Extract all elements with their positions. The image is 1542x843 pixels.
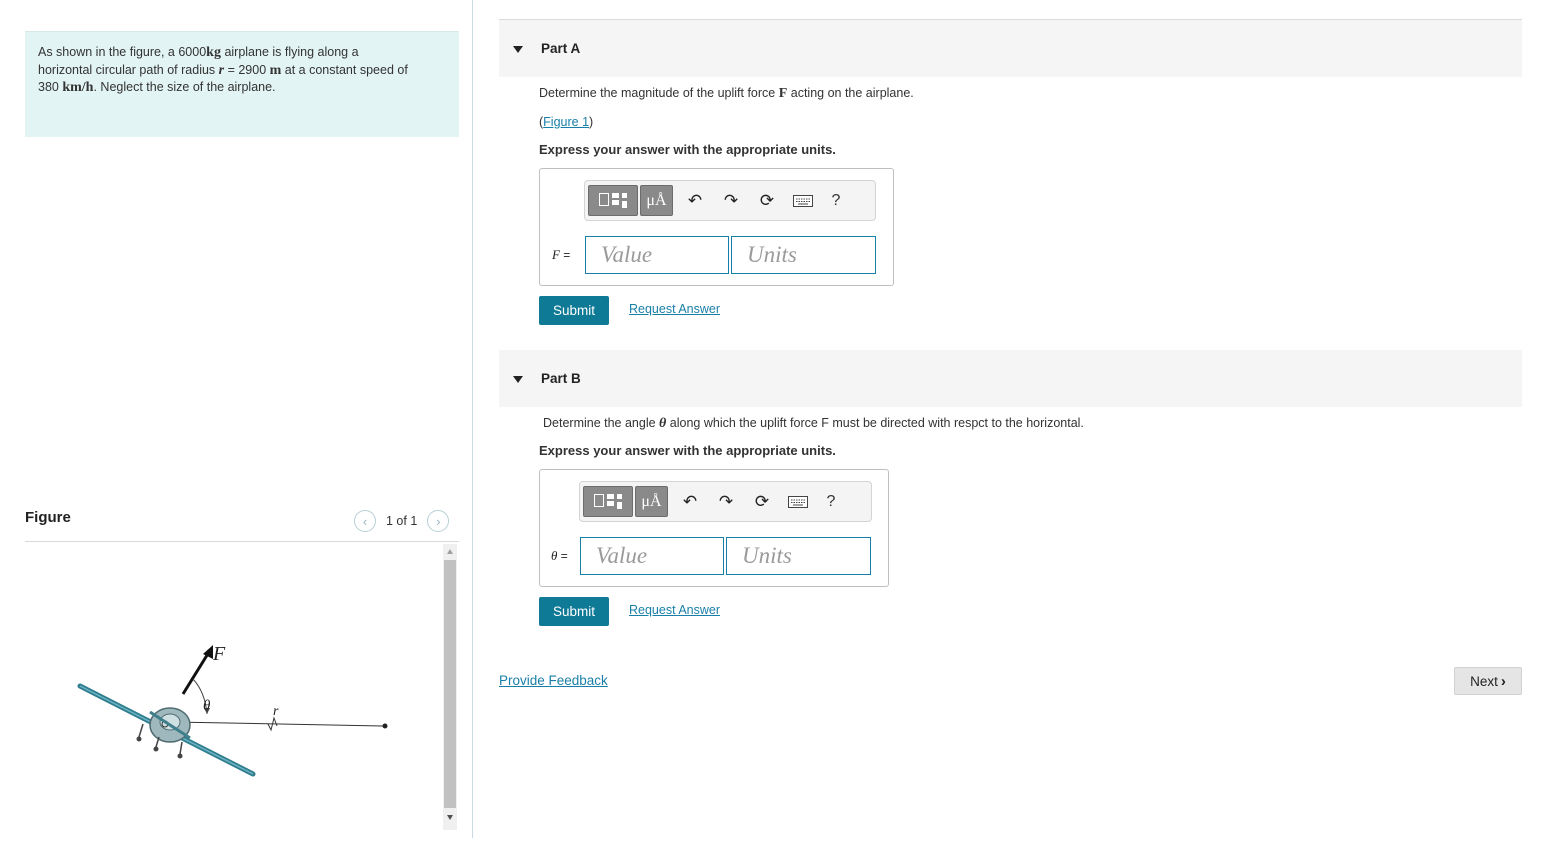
part-a-question: Determine the magnitude of the uplift fo… [539,86,914,102]
part-a-math-toolbar: μÅ ↶ ↷ ⟳ ? [584,180,876,221]
units-icon[interactable]: μÅ [635,486,668,517]
keyboard-glyph [793,194,813,207]
part-b-submit-button[interactable]: Submit [539,597,609,626]
question-text: acting on the airplane. [787,86,914,100]
redo-icon[interactable]: ↷ [713,185,749,216]
speed-value: 380 [38,80,63,94]
radius-label: r [273,704,279,719]
question-text: Determine the magnitude of the uplift fo… [539,86,779,100]
gear-left [138,723,144,738]
part-b-answer-box: μÅ ↶ ↷ ⟳ ? θ = [539,469,889,587]
scrollbar-thumb[interactable] [444,560,456,808]
problem-text: at a constant speed of [281,62,408,77]
chevron-left-icon: ‹ [362,513,368,529]
redo-icon[interactable]: ↷ [708,486,744,517]
radius-line [172,721,386,727]
radius-value: = 2900 [224,62,270,77]
part-a-title: Part A [541,41,581,56]
figure-pagination: ‹ 1 of 1 › [354,510,450,532]
problem-text: horizontal circular path of radius [38,62,219,77]
part-a-header[interactable]: Part A [499,20,1522,77]
scroll-down-button[interactable] [443,810,457,824]
part-a-variable-label: F = [552,247,570,263]
force-symbol: F [778,86,788,101]
wheel-left [136,736,142,742]
wheel-right [177,753,183,759]
part-b-value-input[interactable] [580,537,724,575]
part-b-question: Determine the angle θ along which the up… [543,416,1084,432]
equals-sign: = [557,549,568,563]
part-b-header[interactable]: Part B [499,350,1522,407]
equals-sign: = [559,248,571,262]
figure-1-link[interactable]: Figure 1 [543,115,589,129]
part-a-instruction: Express your answer with the appropriate… [539,142,836,157]
part-b-instruction: Express your answer with the appropriate… [539,443,836,458]
wheel-nose [153,746,159,752]
templates-icon[interactable] [583,486,633,517]
part-b-units-input[interactable] [726,537,871,575]
caret-down-icon [513,375,523,383]
next-label: Next [1470,673,1498,689]
undo-icon[interactable]: ↶ [677,185,713,216]
provide-feedback-link[interactable]: Provide Feedback [499,673,608,688]
part-a-submit-button[interactable]: Submit [539,296,609,325]
column-divider [472,0,473,838]
undo-icon[interactable]: ↶ [672,486,708,517]
angle-label: θ [203,698,211,714]
arrow-down-icon [447,814,453,820]
next-button[interactable]: Next › [1454,667,1522,695]
part-b-title: Part B [541,371,581,386]
units-icon[interactable]: μÅ [640,185,673,216]
caret-down-icon [513,45,523,53]
figure-image: F θ r [25,542,443,838]
figure-title: Figure [25,509,71,526]
figure-prev-button[interactable]: ‹ [354,510,376,532]
gear-right [179,741,183,755]
question-text: Determine the angle [543,416,660,430]
templates-glyph [599,193,627,208]
part-a-value-input[interactable] [585,236,729,274]
part-a-request-answer-link[interactable]: Request Answer [629,302,720,316]
help-icon[interactable]: ? [821,185,851,216]
templates-icon[interactable] [588,185,638,216]
center-point [382,723,388,729]
help-icon[interactable]: ? [816,486,846,517]
templates-glyph [594,494,622,509]
chevron-right-icon: › [436,513,441,529]
reset-icon[interactable]: ⟳ [749,185,785,216]
mass-unit: kg [206,45,221,60]
radius-unit: m [269,62,282,78]
problem-text: As shown in the figure, a 6000 [38,45,207,59]
variable-symbol: F [552,247,560,262]
reset-icon[interactable]: ⟳ [744,486,780,517]
problem-text: . Neglect the size of the airplane. [93,80,276,94]
force-arrow [181,651,211,695]
part-a-answer-box: μÅ ↶ ↷ ⟳ ? F = [539,168,894,286]
chevron-right-icon: › [1500,672,1506,690]
figure-count: 1 of 1 [386,514,418,528]
keyboard-icon[interactable] [785,185,821,216]
problem-text: airplane is flying along a [220,45,359,59]
figure-reference: (Figure 1) [539,115,593,129]
scroll-up-button[interactable] [443,544,457,558]
force-label: F [212,643,226,665]
airplane-diagram: F θ r [77,643,388,777]
part-a-units-input[interactable] [731,236,876,274]
speed-unit: km/h [62,80,94,95]
part-b-variable-label: θ = [551,548,568,564]
question-text: along which the uplift force F must be d… [666,416,1084,430]
problem-statement: As shown in the figure, a 6000kg airplan… [25,31,459,137]
figure-next-button[interactable]: › [427,510,450,532]
keyboard-glyph [788,495,808,508]
keyboard-icon[interactable] [780,486,816,517]
part-b-request-answer-link[interactable]: Request Answer [629,603,720,617]
arrow-up-icon [447,548,453,554]
paren: ) [589,115,594,129]
part-b-math-toolbar: μÅ ↶ ↷ ⟳ ? [579,481,872,522]
